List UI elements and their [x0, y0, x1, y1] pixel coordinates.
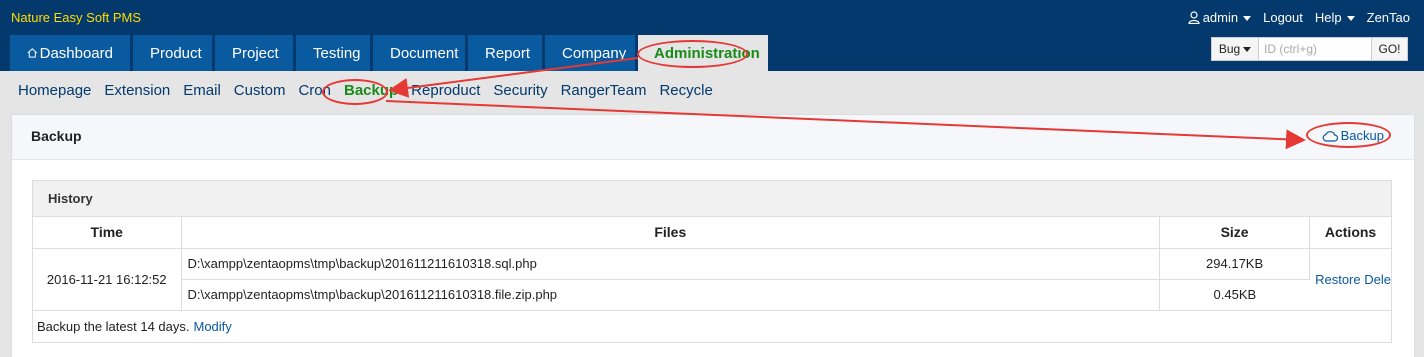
subnav-extension[interactable]: Extension — [104, 82, 170, 99]
subnav-custom[interactable]: Custom — [234, 82, 286, 99]
home-icon — [27, 48, 38, 58]
help-menu[interactable]: Help — [1315, 10, 1355, 25]
backup-time: 2016-11-21 16:12:52 — [33, 248, 182, 311]
table-row: D:\xampp\zentaopms\tmp\backup\2016112116… — [33, 279, 1391, 311]
restore-link[interactable]: Restore — [1315, 272, 1361, 287]
chevron-down-icon — [1346, 16, 1355, 22]
subnav-homepage[interactable]: Homepage — [18, 82, 91, 99]
tab-product[interactable]: Product — [133, 35, 212, 71]
brand-link[interactable]: ZenTao — [1367, 10, 1410, 25]
chevron-down-icon — [1243, 16, 1252, 22]
tab-testing[interactable]: Testing — [296, 35, 370, 71]
panel-header: Backup Backup — [12, 115, 1414, 160]
col-files: Files — [181, 217, 1161, 249]
user-menu[interactable]: admin — [1188, 10, 1252, 25]
subnav-rangerteam[interactable]: RangerTeam — [561, 82, 647, 99]
col-size: Size — [1159, 217, 1311, 249]
subnav-email[interactable]: Email — [183, 82, 221, 99]
tab-company[interactable]: Company — [545, 35, 635, 71]
app-title: Nature Easy Soft PMS — [11, 10, 142, 25]
search-go-button[interactable]: GO! — [1372, 37, 1408, 61]
delete-link[interactable]: Dele — [1364, 272, 1391, 287]
history-box: History Time Files Size Actions 2016-11-… — [32, 180, 1392, 343]
tab-project[interactable]: Project — [215, 35, 293, 71]
backup-file: D:\xampp\zentaopms\tmp\backup\2016112116… — [181, 279, 1161, 311]
search-box: Bug ID (ctrl+g) GO! — [1211, 37, 1408, 61]
history-table: Time Files Size Actions 2016-11-21 16:12… — [33, 217, 1391, 311]
tab-dashboard[interactable]: Dashboard — [10, 35, 130, 71]
top-right-menu: admin Logout Help ZenTao — [1188, 10, 1410, 25]
subnav-reproduct[interactable]: Reproduct — [411, 82, 480, 99]
help-label: Help — [1314, 10, 1342, 25]
search-type-select[interactable]: Bug — [1211, 37, 1259, 61]
tab-report[interactable]: Report — [468, 35, 542, 71]
col-time: Time — [33, 217, 182, 249]
retention-text: Backup the latest 14 days. — [37, 318, 190, 334]
logout-link[interactable]: Logout — [1263, 10, 1303, 25]
user-icon — [1188, 11, 1200, 25]
search-input[interactable]: ID (ctrl+g) — [1259, 37, 1372, 61]
annotation-oval — [1306, 122, 1391, 148]
modify-link[interactable]: Modify — [193, 319, 231, 334]
chevron-down-icon — [1243, 46, 1252, 52]
backup-panel: Backup Backup History Time Files Size Ac… — [11, 114, 1415, 357]
user-name: admin — [1202, 10, 1239, 25]
subnav-security[interactable]: Security — [493, 82, 547, 99]
backup-file: D:\xampp\zentaopms\tmp\backup\2016112116… — [181, 248, 1161, 280]
col-actions: Actions — [1309, 217, 1391, 249]
actions-cell: Restore Dele — [1309, 248, 1391, 311]
page-title: Backup — [31, 128, 82, 144]
history-title: History — [33, 181, 1391, 217]
search-type-label: Bug — [1218, 42, 1241, 56]
table-header-row: Time Files Size Actions — [33, 217, 1391, 249]
tab-dashboard-label: Dashboard — [39, 44, 113, 62]
backup-size: 0.45KB — [1159, 279, 1310, 311]
annotation-oval — [637, 40, 748, 68]
table-row: 2016-11-21 16:12:52 D:\xampp\zentaopms\t… — [33, 248, 1391, 311]
history-footer: Backup the latest 14 days. Modify — [33, 311, 1391, 342]
annotation-oval — [322, 79, 388, 105]
subnav-recycle[interactable]: Recycle — [659, 82, 712, 99]
backup-size: 294.17KB — [1159, 248, 1311, 280]
tab-document[interactable]: Document — [373, 35, 465, 71]
